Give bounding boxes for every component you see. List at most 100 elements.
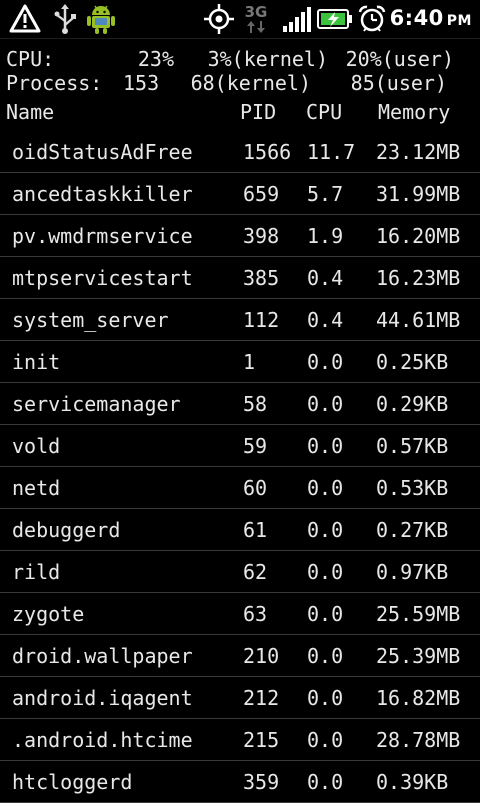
process-name: netd: [12, 476, 61, 500]
process-memory: 0.29KB: [376, 392, 449, 416]
process-memory: 0.57KB: [376, 434, 449, 458]
process-pid: 58: [243, 392, 268, 416]
process-row[interactable]: system_server 112 0.4 44.61MB: [0, 299, 480, 341]
process-row[interactable]: netd 60 0.0 0.53KB: [0, 467, 480, 509]
cpu-user: 20%(user): [345, 47, 454, 71]
process-name: rild: [12, 560, 61, 584]
signal-bars-icon: [280, 3, 314, 35]
process-memory: 0.25KB: [376, 350, 449, 374]
process-name: debuggerd: [12, 518, 121, 542]
process-pid: 1566: [243, 140, 292, 164]
network-type-label: 3G: [244, 2, 268, 21]
process-row[interactable]: ancedtaskkiller 659 5.7 31.99MB: [0, 173, 480, 215]
process-kernel: 68(kernel): [190, 71, 311, 95]
process-summary: Process: 153 68(kernel) 85(user): [6, 71, 447, 95]
process-cpu: 0.0: [307, 518, 344, 542]
process-total: 153: [123, 71, 160, 95]
clock-hours-minutes: 6:40: [389, 6, 444, 30]
process-name: mtpservicestart: [12, 266, 193, 290]
header-memory[interactable]: Memory: [378, 100, 450, 124]
process-memory: 25.59MB: [376, 602, 461, 626]
process-pid: 215: [243, 728, 280, 752]
battery-charging-icon: [316, 3, 354, 35]
process-name: vold: [12, 434, 61, 458]
process-row[interactable]: .android.htcime 215 0.0 28.78MB: [0, 719, 480, 761]
header-pid[interactable]: PID: [240, 100, 276, 124]
process-name: zygote: [12, 602, 85, 626]
process-pid: 210: [243, 644, 280, 668]
process-memory: 16.20MB: [376, 224, 461, 248]
process-name: system_server: [12, 308, 169, 332]
process-pid: 212: [243, 686, 280, 710]
process-row[interactable]: zygote 63 0.0 25.59MB: [0, 593, 480, 635]
usb-icon: [50, 3, 80, 35]
process-cpu: 0.0: [307, 392, 344, 416]
process-row[interactable]: pv.wmdrmservice 398 1.9 16.20MB: [0, 215, 480, 257]
process-cpu: 0.0: [307, 644, 344, 668]
process-memory: 16.23MB: [376, 266, 461, 290]
process-cpu: 11.7: [307, 140, 356, 164]
process-user: 85(user): [350, 71, 447, 95]
process-row[interactable]: vold 59 0.0 0.57KB: [0, 425, 480, 467]
data-arrows-icon: 3G: [240, 3, 272, 35]
process-row[interactable]: htcloggerd 359 0.0 0.39KB: [0, 761, 480, 803]
process-name: htcloggerd: [12, 770, 133, 794]
process-row[interactable]: rild 62 0.0 0.97KB: [0, 551, 480, 593]
process-cpu: 0.0: [307, 476, 344, 500]
process-cpu: 0.4: [307, 308, 344, 332]
alarm-clock-icon: [356, 3, 388, 35]
process-pid: 60: [243, 476, 268, 500]
process-pid: 62: [243, 560, 268, 584]
process-name: android.iqagent: [12, 686, 193, 710]
process-row[interactable]: droid.wallpaper 210 0.0 25.39MB: [0, 635, 480, 677]
process-cpu: 0.0: [307, 434, 344, 458]
process-pid: 63: [243, 602, 268, 626]
process-name: .android.htcime: [12, 728, 193, 752]
android-debug-icon: [84, 3, 118, 35]
cpu-kernel: 3%(kernel): [207, 47, 328, 71]
header-cpu[interactable]: CPU: [306, 100, 342, 124]
process-cpu: 0.0: [307, 728, 344, 752]
process-cpu: 0.4: [307, 266, 344, 290]
process-memory: 0.97KB: [376, 560, 449, 584]
process-memory: 0.27KB: [376, 518, 449, 542]
process-cpu: 0.0: [307, 350, 344, 374]
process-memory: 31.99MB: [376, 182, 461, 206]
process-row[interactable]: android.iqagent 212 0.0 16.82MB: [0, 677, 480, 719]
process-cpu: 0.0: [307, 770, 344, 794]
process-row[interactable]: oidStatusAdFree 1566 11.7 23.12MB: [0, 131, 480, 173]
process-pid: 112: [243, 308, 280, 332]
process-row[interactable]: servicemanager 58 0.0 0.29KB: [0, 383, 480, 425]
process-memory: 0.53KB: [376, 476, 449, 500]
process-pid: 359: [243, 770, 280, 794]
process-pid: 1: [243, 350, 256, 374]
process-label: Process:: [6, 71, 103, 95]
gps-icon: [202, 3, 236, 35]
process-pid: 61: [243, 518, 268, 542]
process-name: droid.wallpaper: [12, 644, 193, 668]
process-memory: 16.82MB: [376, 686, 461, 710]
process-row[interactable]: debuggerd 61 0.0 0.27KB: [0, 509, 480, 551]
process-cpu: 1.9: [307, 224, 344, 248]
status-bar: 3G 6:40 PM: [0, 0, 480, 39]
process-row[interactable]: init 1 0.0 0.25KB: [0, 341, 480, 383]
process-name: oidStatusAdFree: [12, 140, 193, 164]
process-memory: 23.12MB: [376, 140, 461, 164]
process-cpu: 0.0: [307, 560, 344, 584]
cpu-label: CPU:: [6, 47, 55, 71]
process-memory: 28.78MB: [376, 728, 461, 752]
process-list: oidStatusAdFree 1566 11.7 23.12MB ancedtaskk…: [0, 131, 480, 803]
process-memory: 25.39MB: [376, 644, 461, 668]
process-pid: 385: [243, 266, 280, 290]
warning-icon: [8, 3, 42, 35]
cpu-total: 23%: [137, 47, 174, 71]
process-memory: 0.39KB: [376, 770, 449, 794]
cpu-summary: CPU: 23% 3%(kernel) 20%(user): [6, 47, 454, 71]
process-name: servicemanager: [12, 392, 181, 416]
process-row[interactable]: mtpservicestart 385 0.4 16.23MB: [0, 257, 480, 299]
process-name: init: [12, 350, 61, 374]
clock-ampm: PM: [446, 13, 472, 29]
process-cpu: 0.0: [307, 602, 344, 626]
header-name[interactable]: Name: [6, 100, 54, 124]
process-name: ancedtaskkiller: [12, 182, 193, 206]
